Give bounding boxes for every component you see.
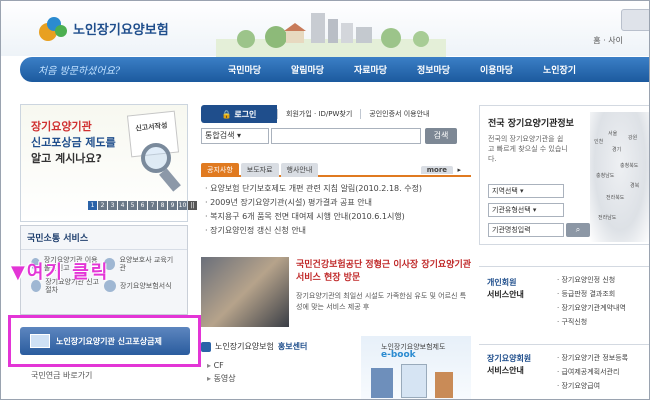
pager-item[interactable]: 10 xyxy=(178,201,187,210)
monitor-icon xyxy=(30,334,50,348)
search-bar: 통합검색 ▾ 검색 xyxy=(201,126,471,146)
link-item[interactable]: 장기요양급여 xyxy=(557,379,628,393)
lock-icon: 🔒 xyxy=(221,109,235,119)
more-link[interactable]: more ▸ xyxy=(415,163,467,177)
nav-item-ltc[interactable]: 노인장기 xyxy=(528,63,591,76)
services-title: 국민소통 서비스 xyxy=(21,226,187,250)
notice-list: 요양보험 단기보호제도 개편 관련 지침 알림(2010.2.18. 수정) 2… xyxy=(205,182,471,238)
finder-desc: 전국의 장기요양기관을 쉽고 빠르게 찾으실 수 있습니다. xyxy=(488,135,568,163)
book-icon xyxy=(435,372,453,398)
finder-title: 전국 장기요양기관정보 xyxy=(488,119,574,129)
pager-item[interactable]: 5 xyxy=(128,201,137,210)
banner-title: 장기요양기관 신고포상금 제도를 알고 계시나요? xyxy=(31,120,116,165)
individual-member-panel: 개인회원 서비스안내 장기요양인정 신청 등급판정 결과조회 장기요양기관계약내… xyxy=(479,266,649,329)
logo-icon xyxy=(37,13,71,43)
individual-links: 장기요양인정 신청 등급판정 결과조회 장기요양기관계약내역 구직신청 xyxy=(557,273,626,329)
link-item[interactable]: 급여제공계획서관리 xyxy=(557,365,628,379)
bullet-icon xyxy=(201,341,211,352)
search-button[interactable]: 검색 xyxy=(425,128,457,144)
search-icon[interactable]: ⌕ xyxy=(566,223,590,237)
list-item[interactable]: 요양보험 단기보호제도 개편 관련 지침 알림(2010.2.18. 수정) xyxy=(205,182,471,196)
service-item[interactable]: 장기요양보험서식 xyxy=(104,278,177,294)
pager-item[interactable]: 4 xyxy=(118,201,127,210)
search-scope-select[interactable]: 통합검색 ▾ xyxy=(201,128,269,144)
signup-link[interactable]: 회원가입 · ID/PW찾기 xyxy=(277,109,360,119)
pager-item[interactable]: 3 xyxy=(108,201,117,210)
tab-press[interactable]: 보도자료 xyxy=(240,163,279,177)
list-item[interactable]: 복지용구 6개 품목 전면 대여제 시행 안내(2010.6.1시행) xyxy=(205,210,471,224)
service-item[interactable]: 요양보호사 교육기관 xyxy=(104,256,177,272)
login-bar: 🔒 로그인 회원가입 · ID/PW찾기 공인인증서 이용안내 xyxy=(201,105,471,123)
facility-finder: 전국 장기요양기관정보 전국의 장기요양기관을 쉽고 빠르게 찾으실 수 있습니… xyxy=(479,105,649,245)
search-input[interactable] xyxy=(271,128,421,144)
pause-icon[interactable]: || xyxy=(188,201,197,210)
pager-item[interactable]: 8 xyxy=(158,201,167,210)
logo-text: 노인장기요양보험 xyxy=(73,21,169,37)
facility-name-input[interactable]: 기관명칭입력 xyxy=(488,223,564,237)
news-photo[interactable] xyxy=(201,257,289,327)
ebook-banner[interactable]: 노인장기요양보험제도 e-book xyxy=(361,336,471,399)
pager-item[interactable]: 2 xyxy=(98,201,107,210)
main-nav: 처음 방문하셨어요? 국민마당 알림마당 자료마당 정보마당 이용마당 노인장기 xyxy=(20,57,649,82)
nav-item-notice[interactable]: 알림마당 xyxy=(276,63,339,76)
pager-item[interactable]: 7 xyxy=(148,201,157,210)
village-illustration-icon xyxy=(216,13,446,57)
browser-frame: 노인장기요양보험 홈 · 사이 처음 방문하셨어요? 국민마당 알림마당 자료마… xyxy=(0,0,650,400)
promo-list: CF 동영상 xyxy=(207,359,236,385)
facility-type-select[interactable]: 기관유형선택 ▾ xyxy=(488,203,564,217)
list-item[interactable]: 2009년 장기요양기관(시설) 평가결과 공표 안내 xyxy=(205,196,471,210)
login-button[interactable]: 🔒 로그인 xyxy=(201,105,277,123)
report-reward-button[interactable]: 노인장기요양기관 신고포상금제 xyxy=(20,327,190,355)
news-feature: 국민건강보험공단 정형근 이사장 장기요양기관 서비스 현장 방문 장기요양기관… xyxy=(201,257,473,327)
list-item[interactable]: 장기요양인정 갱신 신청 안내 xyxy=(205,224,471,238)
book-icon xyxy=(371,368,393,398)
board-tabs: 공지사항 보도자료 행사안내 more ▸ xyxy=(201,163,471,177)
region-select[interactable]: 지역선택 ▾ xyxy=(488,184,564,198)
promo-item-video[interactable]: 동영상 xyxy=(207,372,236,385)
pager-item[interactable]: 1 xyxy=(88,201,97,210)
tab-notices[interactable]: 공지사항 xyxy=(201,163,239,177)
institution-label: 장기요양회원 서비스안내 xyxy=(487,354,532,375)
news-body: 장기요양기관의 최일선 시설도 가족한심 유도 및 어르신 특성에 맞는 서비스… xyxy=(296,292,467,311)
institution-member-panel: 장기요양회원 서비스안내 장기요양기관 정보등록 급여제공계획서관리 장기요양급… xyxy=(479,344,649,399)
nav-item-info[interactable]: 정보마당 xyxy=(402,63,465,76)
promo-item-cf[interactable]: CF xyxy=(207,359,236,372)
certificate-link[interactable]: 공인인증서 이용안내 xyxy=(360,109,437,119)
link-item[interactable]: 등급판정 결과조회 xyxy=(557,287,626,301)
banner-pager: 1 2 3 4 5 6 7 8 9 10 || xyxy=(88,201,197,210)
nav-item-usage[interactable]: 이용마당 xyxy=(465,63,528,76)
promo-center-title: 노인장기요양보험 홍보센터 xyxy=(201,341,351,352)
link-item[interactable]: 장기요양인정 신청 xyxy=(557,273,626,287)
nav-item-resources[interactable]: 자료마당 xyxy=(339,63,402,76)
news-headline[interactable]: 국민건강보험공단 정형근 이사장 장기요양기관 서비스 현장 방문 xyxy=(296,259,472,285)
institution-links: 장기요양기관 정보등록 급여제공계획서관리 장기요양급여 xyxy=(557,351,628,393)
pager-item[interactable]: 9 xyxy=(168,201,177,210)
book-icon xyxy=(401,364,427,398)
tab-events[interactable]: 행사안내 xyxy=(280,163,319,177)
scroll-button[interactable] xyxy=(621,9,649,31)
click-here-callout: ▼여기 클릭 xyxy=(11,262,110,283)
individual-label: 개인회원 서비스안내 xyxy=(487,278,524,299)
pension-link[interactable]: 국민연금 바로가기 xyxy=(31,370,92,381)
highlight-box: 노인장기요양기관 신고포상금제 xyxy=(8,315,201,367)
link-item[interactable]: 장기요양기관 정보등록 xyxy=(557,351,628,365)
site-logo[interactable]: 노인장기요양보험 xyxy=(37,13,169,43)
nav-menu: 국민마당 알림마당 자료마당 정보마당 이용마당 노인장기 xyxy=(213,63,591,76)
link-item[interactable]: 구직신청 xyxy=(557,315,626,329)
nav-item-public[interactable]: 국민마당 xyxy=(213,63,276,76)
pager-item[interactable]: 6 xyxy=(138,201,147,210)
magnifier-handle xyxy=(159,168,181,192)
korea-map[interactable]: 서울 인천 경기 강원 충청북도 충청남도 경북 전라북도 전라남도 xyxy=(590,112,649,242)
nav-slogan[interactable]: 처음 방문하셨어요? xyxy=(38,62,213,77)
link-item[interactable]: 장기요양기관계약내역 xyxy=(557,301,625,315)
header: 노인장기요양보험 홈 · 사이 xyxy=(1,1,649,57)
top-utility-links[interactable]: 홈 · 사이 xyxy=(593,35,623,46)
